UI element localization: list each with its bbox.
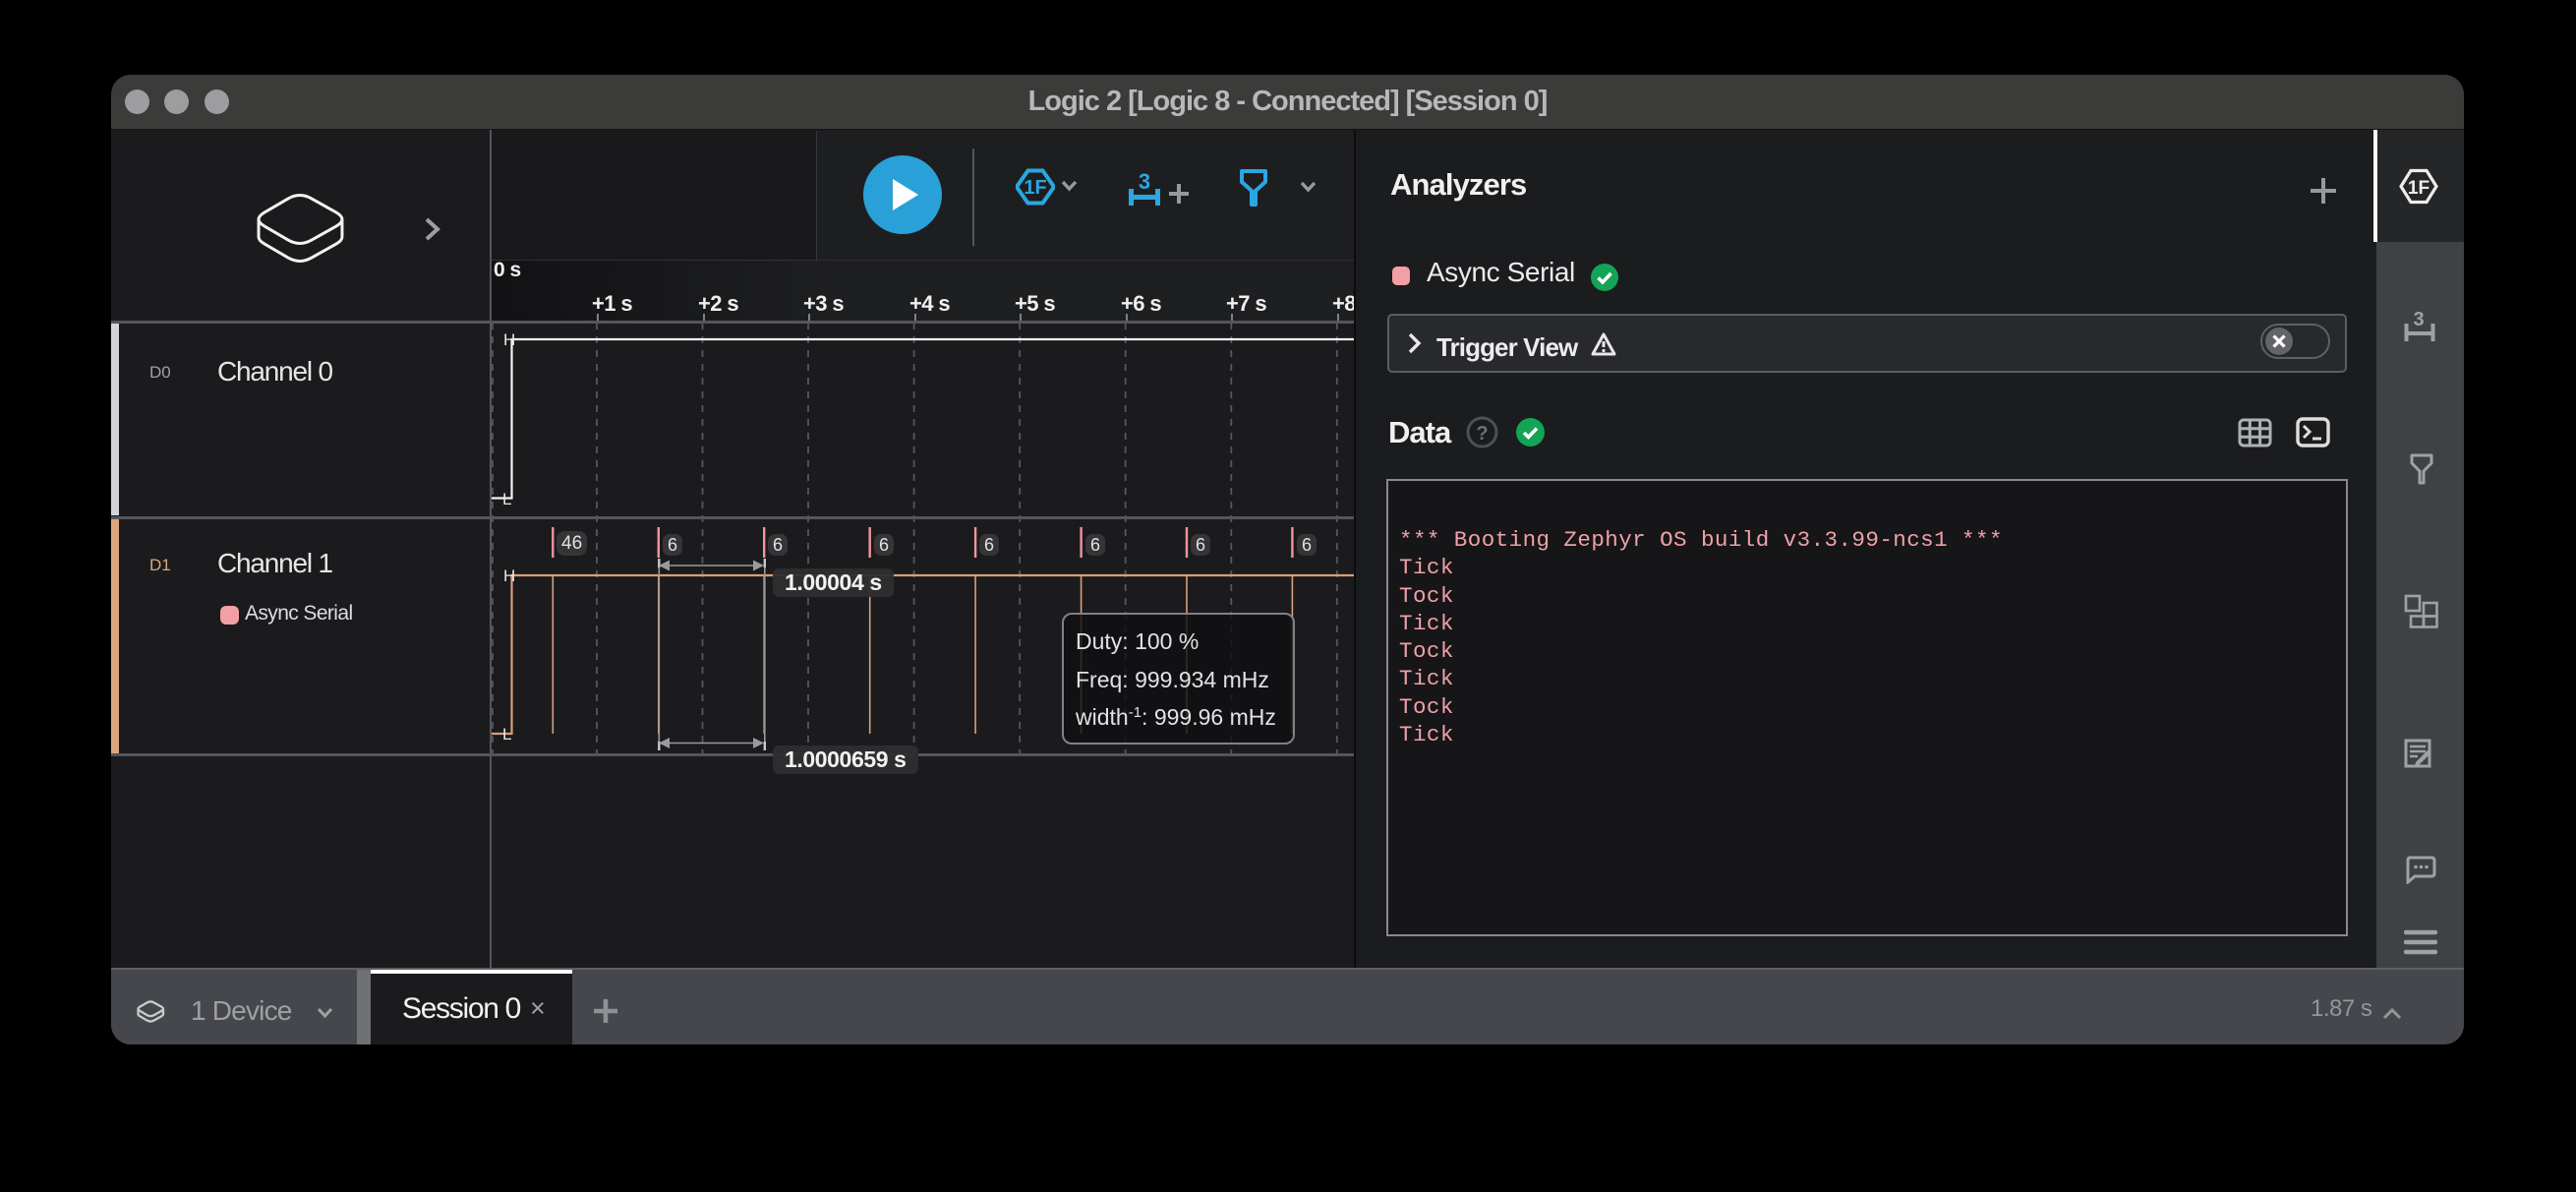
- svg-text:L: L: [502, 725, 511, 744]
- svg-text:1F: 1F: [1024, 177, 1046, 199]
- svg-text:1F: 1F: [2408, 178, 2430, 199]
- svg-text:H: H: [503, 566, 515, 585]
- svg-text:3: 3: [2413, 311, 2424, 330]
- svg-text:?: ?: [1476, 423, 1488, 445]
- svg-text:L: L: [502, 490, 511, 508]
- svg-text:H: H: [503, 330, 515, 349]
- svg-text:3: 3: [1139, 169, 1150, 194]
